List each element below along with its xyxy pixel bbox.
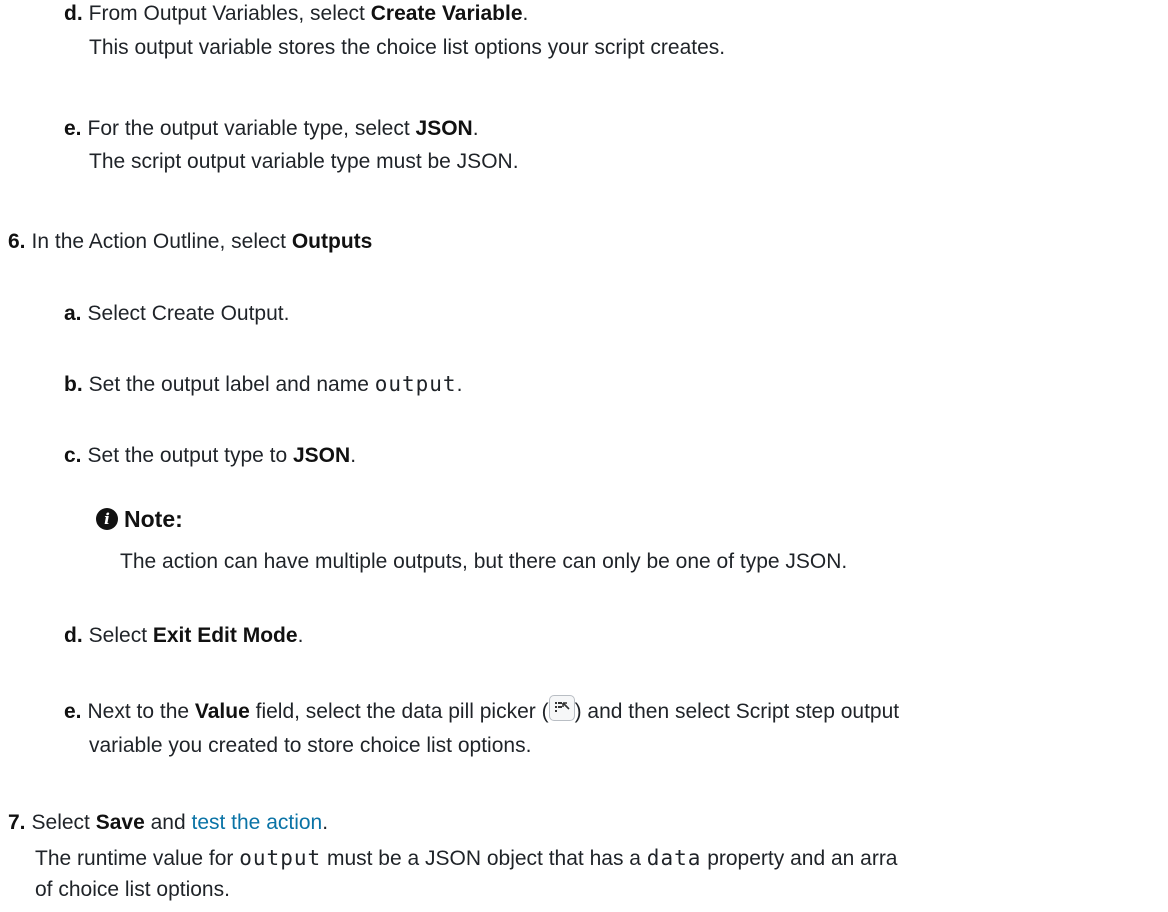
description-text: The script output variable type must be … bbox=[89, 150, 519, 173]
step-7-description-line2: of choice list options. bbox=[35, 876, 230, 904]
data-pill-picker-icon bbox=[548, 695, 575, 721]
punctuation: . bbox=[472, 117, 479, 140]
list-marker: e. bbox=[64, 117, 82, 140]
step-text: For the output variable type, select bbox=[87, 117, 416, 140]
step-5d-description: This output variable stores the choice l… bbox=[89, 34, 725, 62]
list-marker: b. bbox=[64, 373, 83, 396]
test-the-action-link[interactable]: test the action bbox=[191, 811, 322, 834]
code-output: output bbox=[374, 372, 457, 396]
ui-label-exit-edit-mode: Exit Edit Mode bbox=[152, 624, 298, 647]
data-pill-picker-glyph bbox=[554, 702, 570, 712]
step-6c: c. Set the output type to JSON. bbox=[64, 442, 356, 470]
step-text: Next to the bbox=[87, 700, 195, 723]
step-5e-heading: e. For the output variable type, select J… bbox=[64, 115, 479, 143]
description-text: property and an arra bbox=[701, 847, 898, 870]
punctuation: . bbox=[522, 2, 529, 25]
note-text: The action can have multiple outputs, bu… bbox=[120, 550, 848, 573]
description-text: This output variable stores the choice l… bbox=[89, 36, 726, 59]
ui-label-value: Value bbox=[194, 700, 250, 723]
punctuation: . bbox=[322, 811, 329, 834]
step-7-heading: 7. Select Save and test the action. bbox=[8, 809, 328, 837]
note-heading: i Note: bbox=[96, 505, 183, 535]
step-7-description-line1: The runtime value for output must be a J… bbox=[35, 844, 898, 873]
ui-label-json: JSON bbox=[415, 117, 473, 140]
step-6e-line1: e. Next to the Value field, select the da… bbox=[64, 695, 899, 726]
step-text: Set the output label and name bbox=[88, 373, 375, 396]
note-body: The action can have multiple outputs, bu… bbox=[120, 548, 847, 576]
step-5e-description: The script output variable type must be … bbox=[89, 148, 519, 176]
step-text: field, select the data pill picker ( bbox=[249, 700, 549, 723]
info-icon: i bbox=[96, 508, 118, 531]
punctuation: . bbox=[456, 373, 463, 396]
ui-label-save: Save bbox=[95, 811, 145, 834]
step-text: Select bbox=[31, 811, 96, 834]
punctuation: . bbox=[297, 624, 304, 647]
list-marker: 7. bbox=[8, 811, 26, 834]
step-6-heading: 6. In the Action Outline, select Outputs bbox=[8, 228, 372, 256]
step-6b: b. Set the output label and name output. bbox=[64, 370, 462, 399]
step-6e-line2: variable you created to store choice lis… bbox=[89, 732, 531, 760]
step-text: From Output Variables, select bbox=[88, 2, 371, 25]
list-marker: c. bbox=[64, 444, 82, 467]
step-text: ) and then select Script step output bbox=[574, 700, 900, 723]
description-text: The runtime value for bbox=[35, 847, 240, 870]
punctuation: . bbox=[350, 444, 357, 467]
list-marker: d. bbox=[64, 624, 83, 647]
ui-label-create-variable: Create Variable bbox=[370, 2, 523, 25]
step-6d: d. Select Exit Edit Mode. bbox=[64, 622, 303, 650]
note-title: Note: bbox=[124, 506, 183, 532]
ui-label-outputs: Outputs bbox=[291, 230, 373, 253]
step-text: In the Action Outline, select bbox=[31, 230, 292, 253]
list-marker: 6. bbox=[8, 230, 26, 253]
code-data: data bbox=[646, 846, 702, 870]
ui-label-json: JSON bbox=[293, 444, 351, 467]
step-text: and bbox=[144, 811, 192, 834]
step-text: Set the output type to bbox=[87, 444, 293, 467]
list-marker: e. bbox=[64, 700, 82, 723]
step-text: Select Create Output. bbox=[87, 302, 290, 325]
step-6a: a. Select Create Output. bbox=[64, 300, 289, 328]
code-output: output bbox=[239, 846, 322, 870]
list-marker: d. bbox=[64, 2, 83, 25]
step-text: Select bbox=[88, 624, 153, 647]
list-marker: a. bbox=[64, 302, 82, 325]
description-text: of choice list options. bbox=[35, 878, 230, 901]
step-text: variable you created to store choice lis… bbox=[89, 734, 532, 757]
step-5d-heading: d. From Output Variables, select Create V… bbox=[64, 0, 528, 28]
description-text: must be a JSON object that has a bbox=[321, 847, 647, 870]
